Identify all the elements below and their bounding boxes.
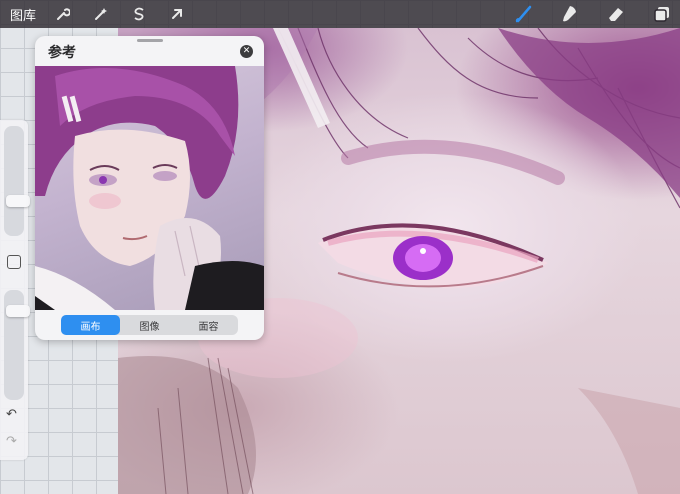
transform-arrow-icon[interactable] (166, 3, 188, 25)
opacity-thumb[interactable] (6, 304, 30, 317)
undo-icon[interactable]: ↶ (6, 407, 17, 422)
redo-icon[interactable]: ↷ (6, 434, 17, 449)
reference-portrait (35, 66, 264, 310)
layers-icon[interactable] (650, 3, 674, 25)
top-toolbar: 图库 (0, 0, 680, 28)
tab-face[interactable]: 面容 (179, 315, 238, 335)
selection-s-icon[interactable] (128, 3, 150, 25)
close-icon[interactable]: ✕ (240, 45, 253, 58)
reference-panel[interactable]: 参考 ✕ 画布 图像 面容 (35, 36, 264, 340)
tab-image[interactable]: 图像 (120, 315, 179, 335)
smudge-icon[interactable] (558, 3, 582, 25)
opacity-slider[interactable] (4, 290, 30, 400)
adjustments-wrench-icon[interactable] (52, 3, 74, 25)
left-sidebar: ↶ ↷ (0, 120, 30, 460)
tab-canvas[interactable]: 画布 (61, 315, 120, 335)
panel-title: 参考 (48, 45, 76, 61)
reference-image (35, 66, 264, 310)
modify-button[interactable] (7, 255, 21, 269)
brush-size-thumb[interactable] (6, 194, 30, 207)
panel-grabber[interactable] (137, 39, 163, 42)
gallery-button[interactable]: 图库 (10, 5, 44, 24)
brush-size-slider[interactable] (4, 126, 30, 236)
right-tool-group (512, 3, 674, 25)
left-tool-group (52, 3, 188, 25)
reference-mode-segmented-control: 画布 图像 面容 (61, 315, 238, 335)
magic-wand-icon[interactable] (90, 3, 112, 25)
brush-icon[interactable] (512, 3, 536, 25)
eraser-icon[interactable] (604, 3, 628, 25)
